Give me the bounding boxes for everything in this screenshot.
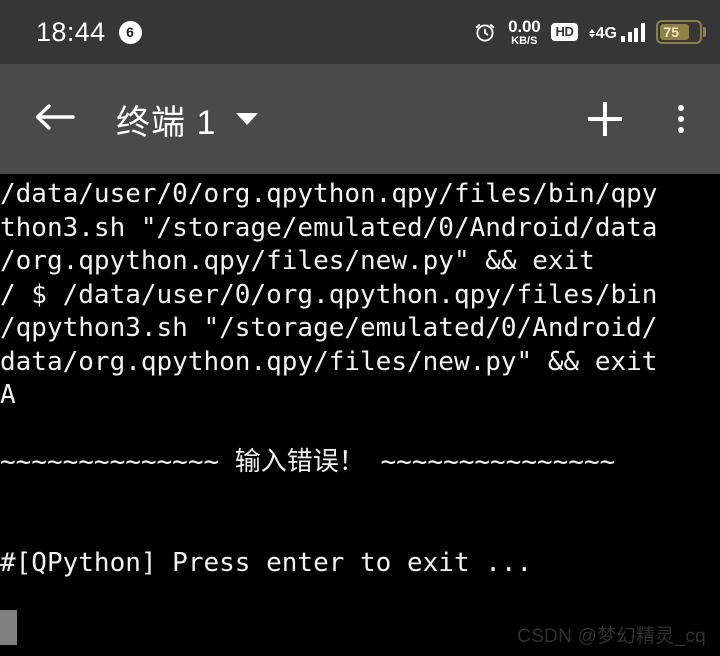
hd-badge: HD [551,23,578,41]
add-session-button[interactable] [588,102,622,136]
terminal-error-line: ~~~~~~~~~~~~~~ 输入错误！ ~~~~~~~~~~~~~~~ [0,447,616,477]
status-bar-clock: 18:44 [36,16,106,47]
terminal-line: / $ /data/user/0/org.qpython.qpy/files/b… [0,279,658,310]
overflow-menu-button[interactable] [666,101,696,137]
more-vertical-icon-dot [678,127,684,133]
battery-cap [703,27,706,37]
app-bar-actions [588,101,696,137]
network-type-label-wrap: 4G [588,24,617,42]
terminal-line: /org.qpython.qpy/files/new.py" && exit [0,246,595,276]
network-speed-unit: KB/S [511,34,538,47]
terminal-cursor [0,610,17,645]
terminal-line: data/org.qpython.qpy/files/new.py" && ex… [0,346,658,377]
network-speed-value: 0.00 [508,16,541,36]
terminal-line: A [0,380,16,410]
more-vertical-icon-dot [678,116,684,122]
network-speed-indicator: 0.00 KB/S [508,18,540,47]
status-bar-right: 0.00 KB/S HD 4G 75 [473,18,706,47]
app-bar: 终端 1 [0,64,720,174]
back-arrow-icon [31,100,77,139]
terminal-output[interactable]: /data/user/0/org.qpython.qpy/files/bin/q… [0,174,720,656]
terminal-line: thon3.sh "/storage/emulated/0/Android/da… [0,212,658,243]
network-generation-label: 4G [595,24,617,42]
terminal-app-screen: 18:44 6 0.00 KB/S HD 4G 75 终端 1 /data/us… [0,0,720,656]
battery-icon: 75 [655,20,702,44]
battery-level-label: 75 [663,24,680,40]
app-bar-title: 终端 1 [116,103,217,142]
more-vertical-icon-dot [678,105,684,111]
terminal-line: /data/user/0/org.qpython.qpy/files/bin/q… [0,179,658,209]
back-button[interactable] [28,93,80,145]
cellular-signal-indicator: 4G [588,22,645,42]
notification-count-badge: 6 [118,20,142,44]
status-bar-left: 18:44 6 [36,17,142,48]
signal-bars-icon [621,22,645,42]
terminal-line: /qpython3.sh "/storage/emulated/0/Androi… [0,313,658,343]
terminal-prompt-line: #[QPython] Press enter to exit ... [0,547,533,578]
alarm-clock-icon [473,20,497,44]
terminal-session-selector[interactable]: 终端 1 [116,95,259,144]
battery-indicator: 75 [655,20,706,44]
chevron-down-icon[interactable] [236,113,259,125]
watermark-text: CSDN @梦幻精灵_cq [517,626,706,647]
status-bar: 18:44 6 0.00 KB/S HD 4G 75 [0,0,720,64]
data-transfer-arrows-icon [588,29,595,38]
